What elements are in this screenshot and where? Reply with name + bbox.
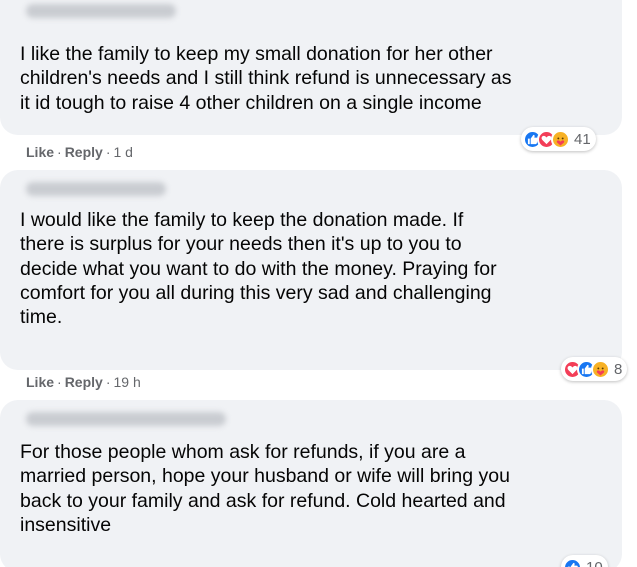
comment-bubble: I would like the family to keep the dona… — [0, 170, 622, 370]
reply-link[interactable]: Reply — [65, 374, 103, 390]
care-icon — [591, 359, 610, 379]
reactions-summary[interactable]: 10 — [561, 555, 608, 567]
timestamp[interactable]: 1 d — [113, 144, 132, 160]
comment-bubble: For those people whom ask for refunds, i… — [0, 400, 622, 567]
separator: · — [57, 144, 62, 160]
comment-line: married person, hope your husband or wif… — [20, 465, 510, 488]
like-link[interactable]: Like — [26, 144, 54, 160]
comment-line: insensitive — [20, 513, 112, 536]
comment-line: there is surplus for your needs then it'… — [20, 233, 462, 256]
comment-text: I like the family to keep my small donat… — [20, 42, 512, 115]
reactions-summary[interactable]: 8 — [561, 357, 628, 381]
author-name-blurred[interactable] — [26, 412, 226, 426]
comment-line: decide what you want to do with the mone… — [20, 257, 497, 280]
separator: · — [57, 374, 62, 390]
like-icon — [563, 557, 582, 567]
comment-actions: Like · Reply · 1 d — [26, 144, 133, 160]
comment-line: I like the family to keep my small donat… — [20, 43, 493, 65]
comment-line: children's needs and I still think refun… — [20, 67, 512, 90]
reaction-count: 8 — [614, 360, 623, 378]
reply-link[interactable]: Reply — [65, 144, 103, 160]
comment-actions: Like · Reply · 19 h — [26, 374, 141, 390]
comment-text: For those people whom ask for refunds, i… — [20, 440, 510, 537]
author-name-blurred[interactable] — [26, 4, 176, 18]
comment-bubble: I like the family to keep my small donat… — [0, 0, 622, 135]
comment-line: comfort for you all during this very sad… — [20, 281, 492, 304]
reaction-count: 41 — [574, 130, 591, 148]
comment-line: For those people whom ask for refunds, i… — [20, 441, 466, 463]
comment-text: I would like the family to keep the dona… — [20, 208, 497, 329]
like-link[interactable]: Like — [26, 374, 54, 390]
comment-line: back to your family and ask for refund. … — [20, 489, 506, 512]
reaction-count: 10 — [586, 558, 603, 567]
reactions-summary[interactable]: 41 — [521, 127, 596, 151]
care-icon — [551, 129, 570, 149]
separator: · — [105, 144, 111, 160]
comment-line: it id tough to raise 4 other children on… — [20, 91, 482, 114]
timestamp[interactable]: 19 h — [113, 374, 140, 390]
comment-line: I would like the family to keep the dona… — [20, 209, 464, 231]
comment-line: time. — [20, 306, 63, 329]
separator: · — [105, 374, 111, 390]
author-name-blurred[interactable] — [26, 182, 166, 196]
